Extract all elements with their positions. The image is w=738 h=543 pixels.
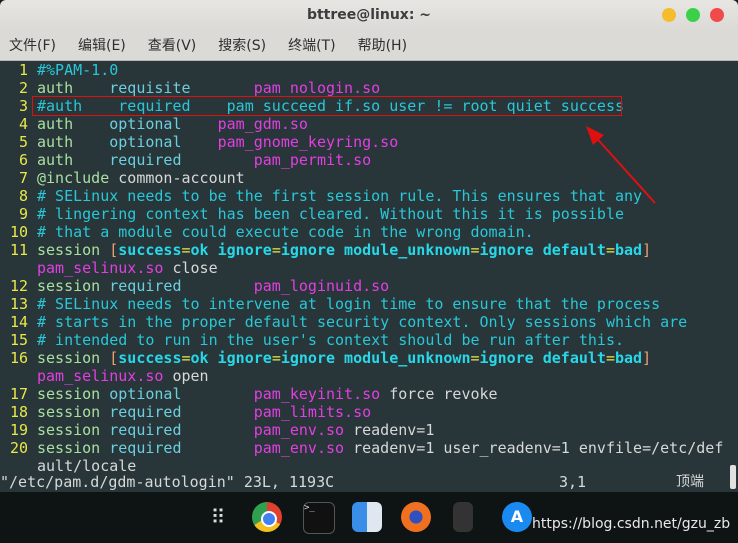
calculator-icon[interactable] — [453, 502, 473, 532]
maximize-button[interactable] — [686, 8, 700, 22]
annotation-arrow — [586, 126, 656, 204]
scrollbar[interactable] — [730, 465, 736, 489]
menu-help[interactable]: 帮助(H) — [358, 35, 407, 55]
cursor-position: 3,1 — [559, 473, 587, 491]
menu-terminal[interactable]: 终端(T) — [288, 35, 335, 55]
close-button[interactable] — [710, 8, 724, 22]
menu-file[interactable]: 文件(F) — [9, 35, 56, 55]
apps-grid-icon[interactable]: ⠿ — [203, 502, 233, 532]
terminal-icon[interactable]: >_ — [303, 502, 335, 534]
app-store-icon[interactable]: A — [502, 502, 532, 532]
status-file: "/etc/pam.d/gdm-autologin" 23L, 1193C — [0, 473, 335, 491]
menu-edit[interactable]: 编辑(E) — [78, 35, 126, 55]
menu-bar: 文件(F) 编辑(E) 查看(V) 搜索(S) 终端(T) 帮助(H) — [0, 30, 738, 61]
status-line: "/etc/pam.d/gdm-autologin" 23L, 1193C 3,1… — [0, 473, 720, 491]
scroll-position: 顶端 — [676, 474, 704, 490]
menu-search[interactable]: 搜索(S) — [218, 35, 266, 55]
firefox-icon[interactable] — [401, 502, 431, 532]
arrow-line — [591, 132, 656, 204]
chrome-icon[interactable] — [252, 502, 282, 532]
window-title: bttree@linux: ~ — [306, 7, 432, 23]
menu-view[interactable]: 查看(V) — [148, 35, 197, 55]
title-bar: bttree@linux: ~ — [0, 0, 738, 30]
finder-icon[interactable] — [352, 502, 382, 532]
watermark: https://blog.csdn.net/gzu_zb — [532, 516, 731, 532]
minimize-button[interactable] — [662, 8, 676, 22]
terminal[interactable]: 1 #%PAM-1.0 2 auth requisite pam_nologin.so… — [0, 61, 738, 492]
